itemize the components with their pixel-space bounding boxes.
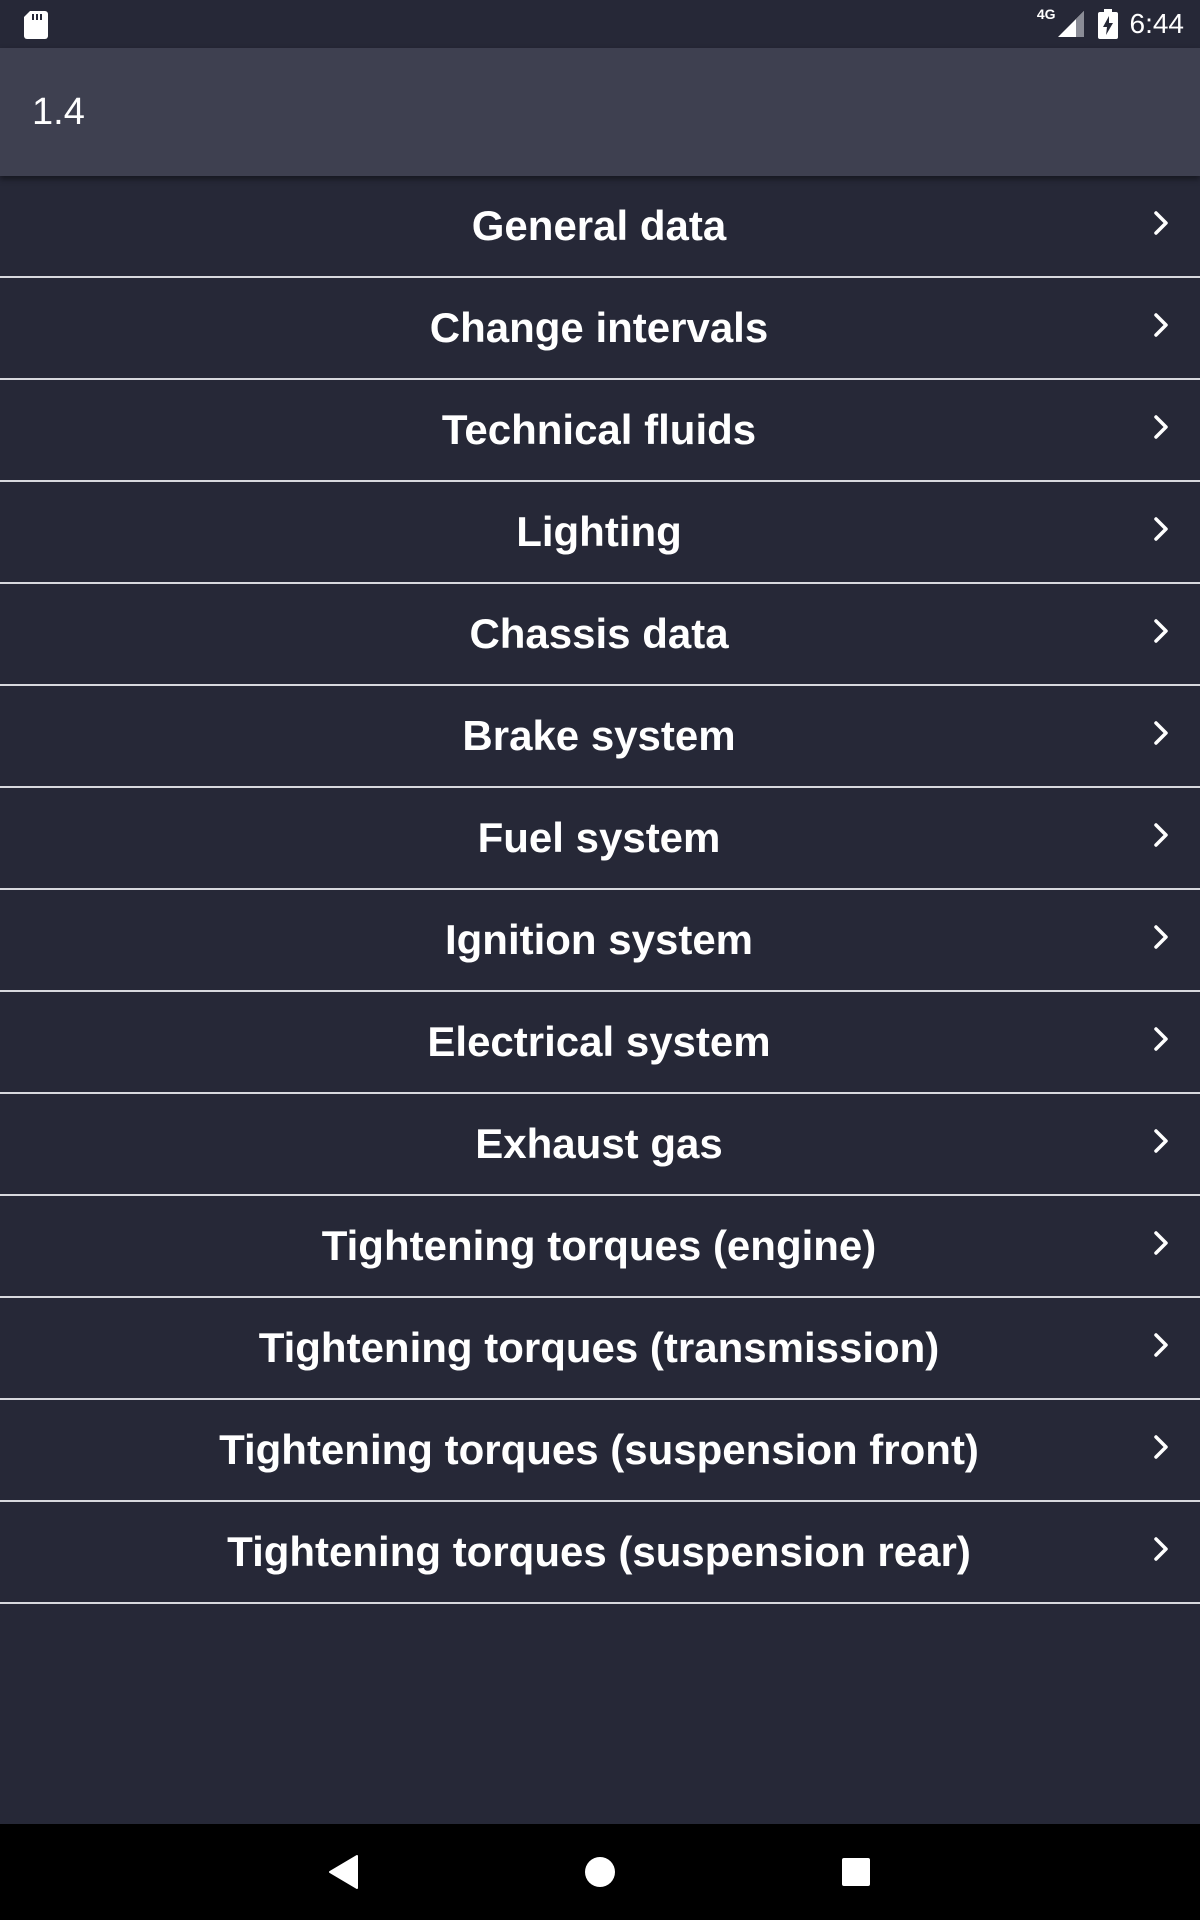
chevron-right-icon (1154, 1333, 1168, 1357)
menu-item-chassis-data[interactable]: Chassis data (0, 584, 1200, 686)
chevron-right-icon (1154, 721, 1168, 745)
menu-item-technical-fluids[interactable]: Technical fluids (0, 380, 1200, 482)
chevron-right-icon (1154, 619, 1168, 643)
menu-item-label: General data (471, 202, 727, 249)
menu-item-label: Brake system (462, 712, 736, 759)
chevron-right-icon (1154, 823, 1168, 847)
recents-button[interactable] (808, 1824, 904, 1920)
menu-item-exhaust-gas[interactable]: Exhaust gas (0, 1094, 1200, 1196)
sd-card-icon (24, 11, 48, 39)
status-icons: 4G 6:44 (1037, 0, 1184, 48)
chevron-right-icon (1154, 1027, 1168, 1051)
recents-icon (842, 1858, 870, 1886)
menu-item-fuel-system[interactable]: Fuel system (0, 788, 1200, 890)
menu-item-label: Tightening torques (engine) (321, 1222, 877, 1269)
chevron-right-icon (1154, 925, 1168, 949)
menu-item-label: Fuel system (477, 814, 721, 861)
menu-item-general-data[interactable]: General data (0, 176, 1200, 278)
menu-item-label: Tightening torques (suspension front) (219, 1426, 979, 1473)
chevron-right-icon (1154, 1231, 1168, 1255)
menu-item-ignition-system[interactable]: Ignition system (0, 890, 1200, 992)
menu-list: General data Change intervals Technical … (0, 176, 1200, 1604)
menu-item-tightening-torques-engine[interactable]: Tightening torques (engine) (0, 1196, 1200, 1298)
chevron-right-icon (1154, 313, 1168, 337)
menu-item-label: Technical fluids (441, 406, 757, 453)
menu-item-brake-system[interactable]: Brake system (0, 686, 1200, 788)
chevron-right-icon (1154, 1435, 1168, 1459)
menu-item-lighting[interactable]: Lighting (0, 482, 1200, 584)
chevron-right-icon (1154, 1129, 1168, 1153)
menu-item-label: Electrical system (427, 1018, 771, 1065)
chevron-right-icon (1154, 517, 1168, 541)
back-icon (329, 1855, 358, 1889)
chevron-right-icon (1154, 211, 1168, 235)
menu-item-tightening-torques-suspension-rear[interactable]: Tightening torques (suspension rear) (0, 1502, 1200, 1604)
status-clock: 6:44 (1129, 8, 1185, 39)
menu-item-label: Exhaust gas (475, 1120, 723, 1167)
signal-icon (1057, 11, 1084, 37)
menu-item-label: Tightening torques (transmission) (258, 1324, 940, 1371)
status-bar: 4G 6:44 (0, 0, 1200, 48)
app-bar: 1.4 (0, 48, 1200, 176)
battery-charging-icon (1097, 9, 1118, 39)
menu-item-label: Tightening torques (suspension rear) (227, 1528, 971, 1575)
menu-item-label: Lighting (516, 508, 682, 555)
menu-item-label: Chassis data (469, 610, 729, 657)
menu-item-tightening-torques-suspension-front[interactable]: Tightening torques (suspension front) (0, 1400, 1200, 1502)
menu-item-label: Change intervals (429, 304, 769, 351)
back-button[interactable] (296, 1824, 392, 1920)
menu-item-electrical-system[interactable]: Electrical system (0, 992, 1200, 1094)
page-title: 1.4 (32, 91, 85, 133)
home-icon (585, 1857, 615, 1887)
home-button[interactable] (552, 1824, 648, 1920)
menu-item-change-intervals[interactable]: Change intervals (0, 278, 1200, 380)
menu-item-tightening-torques-transmission[interactable]: Tightening torques (transmission) (0, 1298, 1200, 1400)
system-nav-bar (0, 1824, 1200, 1920)
network-type-label: 4G (1036, 6, 1056, 22)
chevron-right-icon (1154, 415, 1168, 439)
menu-item-label: Ignition system (444, 916, 754, 963)
chevron-right-icon (1154, 1537, 1168, 1561)
